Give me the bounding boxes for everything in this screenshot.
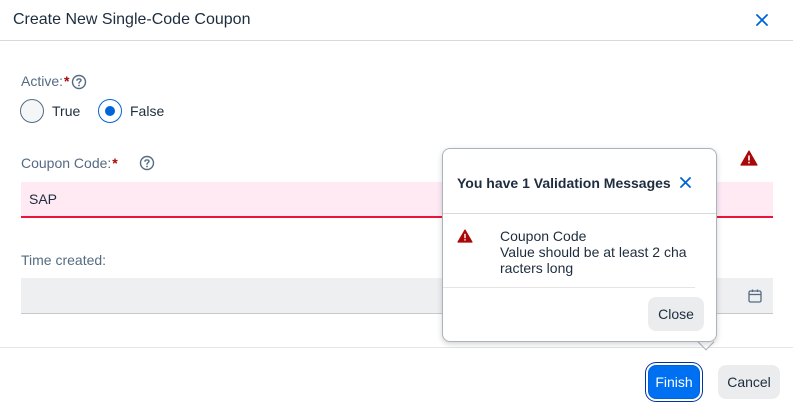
radio-true-label: True	[52, 103, 81, 119]
radio-false-circle[interactable]	[98, 99, 122, 123]
close-icon[interactable]	[752, 10, 772, 30]
cancel-button[interactable]: Cancel	[718, 365, 780, 399]
dialog-title: Create New Single-Code Coupon	[13, 11, 251, 28]
message-text: Value should be at least 2 characters lo…	[500, 244, 687, 276]
calendar-icon	[747, 288, 763, 304]
dialog-header: Create New Single-Code Coupon	[0, 0, 793, 41]
validation-popover: You have 1 Validation Messages Coupon Co…	[442, 148, 717, 342]
required-mark: *	[64, 73, 70, 89]
time-created-label: Time created:	[21, 252, 107, 268]
divider	[443, 287, 695, 288]
radio-true-circle[interactable]	[20, 99, 44, 123]
help-icon[interactable]	[71, 74, 87, 90]
radio-true[interactable]: True	[20, 99, 80, 123]
required-mark: *	[112, 155, 118, 171]
help-icon[interactable]	[139, 155, 155, 171]
divider	[443, 213, 716, 214]
warning-icon	[457, 229, 473, 243]
close-icon[interactable]	[677, 174, 693, 190]
active-label-text: Active:	[21, 73, 64, 89]
finish-button[interactable]: Finish	[648, 365, 700, 399]
radio-false[interactable]: False	[98, 99, 164, 123]
active-label: Active:*	[21, 73, 69, 89]
radio-false-label: False	[130, 103, 165, 119]
popover-title: You have 1 Validation Messages	[457, 175, 671, 191]
coupon-code-label-text: Coupon Code:	[21, 155, 112, 171]
message-title[interactable]: Coupon Code	[500, 228, 586, 244]
coupon-code-label: Coupon Code:*	[21, 155, 118, 171]
warning-icon[interactable]	[740, 150, 758, 166]
popover-close-button[interactable]: Close	[648, 297, 704, 331]
